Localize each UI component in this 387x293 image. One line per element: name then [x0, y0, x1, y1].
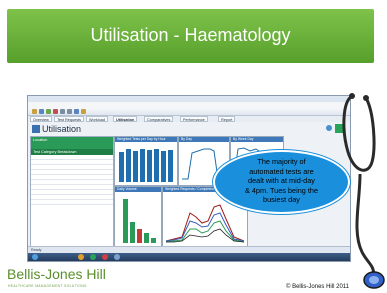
toolbar-icon	[67, 109, 72, 114]
title-banner: Utilisation - Haematology	[7, 9, 374, 63]
callout-line: The majority of	[257, 157, 306, 166]
taskbar-app-icon[interactable]	[78, 254, 84, 260]
chart-bar	[161, 150, 166, 182]
tab-strip: Overview Test Requests Workload Utilisat…	[28, 116, 350, 122]
tab-comparatives[interactable]: Comparatives	[144, 116, 174, 122]
taskbar-app-icon[interactable]	[102, 254, 108, 260]
toolbar-icon	[74, 109, 79, 114]
app-icon	[32, 125, 40, 133]
tab-utilisation[interactable]: Utilisation	[113, 116, 138, 122]
chart-bar	[133, 150, 138, 182]
chart-bar	[119, 152, 124, 182]
chart-panel-hour: Weighted Tests per Day by Hour	[114, 136, 178, 186]
chart-bar	[137, 229, 142, 243]
callout-bubble: The majority of automated tests are deal…	[213, 150, 350, 214]
tab-test-requests[interactable]: Test Requests	[54, 116, 85, 122]
left-filter-panel: Location Test Category Breakdown	[30, 136, 114, 250]
toolbar-icon	[32, 109, 37, 114]
tab-report[interactable]: Report	[218, 116, 236, 122]
callout-line: dealt with at mid-day	[248, 176, 315, 185]
toolbar-icon	[39, 109, 44, 114]
toolbar-icon	[81, 109, 86, 114]
chart-bar	[130, 222, 135, 243]
list-item[interactable]	[31, 200, 113, 205]
copyright-text: © Bellis-Jones Hill 2011	[286, 284, 350, 290]
toolbar-icon	[60, 109, 65, 114]
callout-line: busiest day	[263, 195, 300, 204]
chart-bar	[144, 232, 149, 243]
toolbar-icon	[53, 109, 58, 114]
chart-bar	[126, 148, 131, 182]
chart-bar	[147, 150, 152, 182]
taskbar-app-icon[interactable]	[114, 254, 120, 260]
logo-tagline: HEALTHCARE MANAGEMENT SOLUTIONS	[8, 284, 87, 288]
start-button-icon[interactable]	[32, 254, 38, 260]
toolbar	[28, 108, 350, 116]
chart-panel-volume: Daily Volume	[114, 186, 162, 248]
taskbar-app-icon[interactable]	[90, 254, 96, 260]
panel-header: Location	[31, 137, 113, 149]
toolbar-icon	[46, 109, 51, 114]
stethoscope-icon	[342, 93, 385, 289]
chart-bar	[154, 149, 159, 182]
chart-panel-title: Weighted Tests per Day by Hour	[115, 137, 177, 142]
chart-bar	[168, 149, 173, 182]
status-text: Ready	[31, 248, 42, 252]
tab-performance[interactable]: Performance	[180, 116, 208, 122]
tab-workload[interactable]: Workload	[86, 116, 108, 122]
chart-bar	[140, 149, 145, 182]
back-arrow-icon[interactable]	[326, 125, 332, 131]
callout-line: & 4pm. Tues being the	[244, 185, 318, 195]
chart-panel-title: By Week Day	[231, 137, 283, 142]
chart-bar	[151, 238, 156, 243]
company-logo: Bellis-Jones Hill	[7, 266, 106, 282]
app-title: Utilisation	[42, 124, 82, 134]
callout-line: automated tests are	[249, 166, 314, 176]
status-bar: Ready	[28, 246, 350, 253]
chart-panel-title: Daily Volume	[115, 187, 161, 192]
tab-overview[interactable]: Overview	[30, 116, 52, 122]
chart-panel-title: By Day	[179, 137, 229, 142]
slide-title: Utilisation - Haematology	[90, 25, 291, 45]
taskbar	[28, 253, 350, 261]
chart-bar	[123, 199, 128, 243]
